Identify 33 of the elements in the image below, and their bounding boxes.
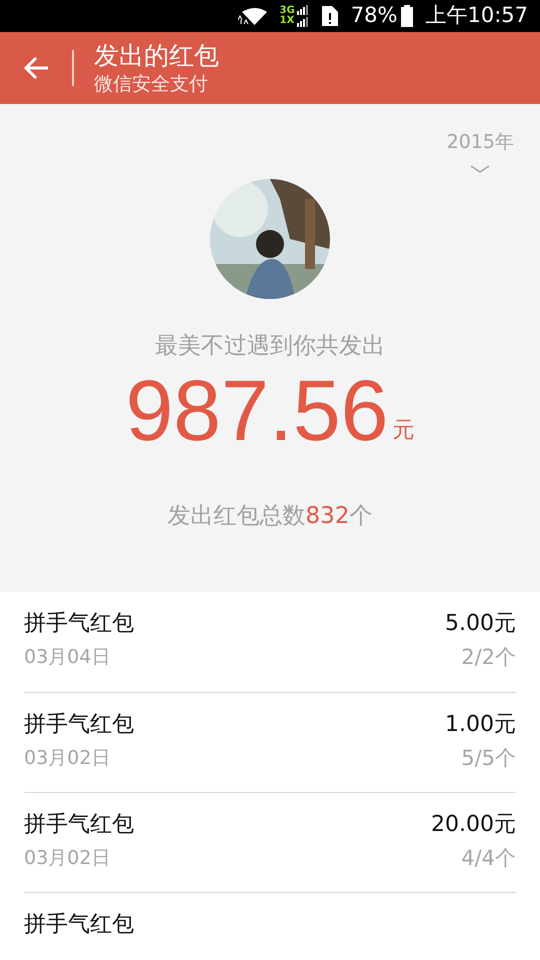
battery-percent: 78% <box>350 2 398 29</box>
record-title: 拼手气红包 <box>24 710 134 738</box>
record-row[interactable]: 拼手气红包 03月04日 5.00元 2/2个 <box>24 592 516 692</box>
record-count: 5/5个 <box>461 744 516 770</box>
record-date: 03月04日 <box>24 644 112 670</box>
total-count: 发出红包总数832个 <box>168 502 372 531</box>
record-amount: 1.00元 <box>445 710 516 738</box>
record-row[interactable]: 拼手气红包 <box>24 892 516 960</box>
record-amount: 20.00元 <box>431 810 516 838</box>
summary-caption: 最美不过遇到你共发出 <box>155 332 385 360</box>
record-date: 03月02日 <box>24 746 112 770</box>
network-type: 1X <box>280 16 295 26</box>
sim-alert-icon <box>320 4 339 27</box>
currency-unit: 元 <box>392 417 415 445</box>
battery-icon <box>401 4 414 27</box>
clock: 上午10:57 <box>425 2 528 29</box>
record-date: 03月02日 <box>24 846 112 870</box>
record-row[interactable]: 拼手气红包 03月02日 1.00元 5/5个 <box>24 692 516 792</box>
record-title: 拼手气红包 <box>24 610 134 638</box>
total-amount: 987.56 <box>125 363 389 459</box>
record-row[interactable]: 拼手气红包 03月02日 20.00元 4/4个 <box>24 792 516 892</box>
record-count: 2/2个 <box>461 644 516 670</box>
back-arrow-icon <box>23 56 49 80</box>
page-subtitle: 微信安全支付 <box>94 72 209 96</box>
record-count: 4/4个 <box>461 844 516 870</box>
record-title: 拼手气红包 <box>24 910 134 938</box>
record-title: 拼手气红包 <box>24 810 134 838</box>
record-amount: 5.00元 <box>445 610 516 638</box>
page-title: 发出的红包 <box>94 40 219 72</box>
wifi-icon <box>238 6 268 26</box>
network-type: 3G <box>280 6 295 16</box>
signal-icon <box>296 4 309 27</box>
chevron-down-icon <box>470 164 490 174</box>
